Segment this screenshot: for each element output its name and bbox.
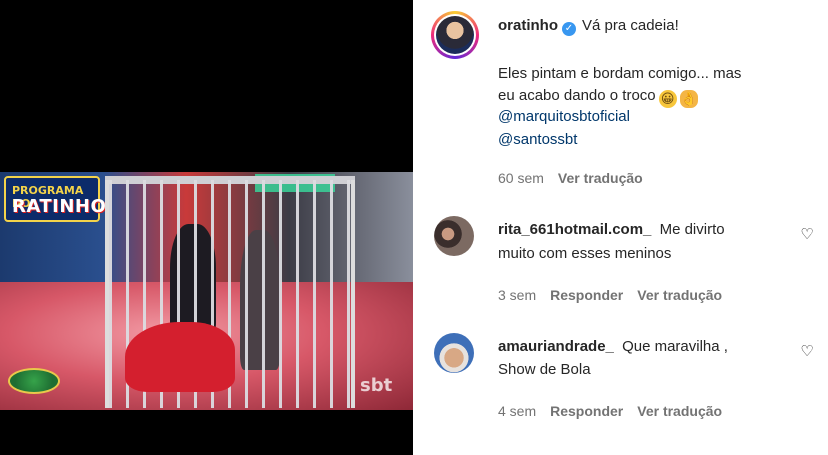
program-badge [8, 368, 60, 394]
heart-icon[interactable]: ♡ [799, 344, 815, 360]
caption-header: oratinho ✓ Vá pra cadeia! [498, 16, 679, 36]
comment-username[interactable]: amauriandrade_ [498, 338, 614, 355]
mention-link[interactable]: @marquitosbtoficial [498, 106, 630, 128]
comment-text-continued: Show de Bola [498, 361, 591, 378]
comment-avatar[interactable] [434, 333, 474, 373]
comments-panel: oratinho ✓ Vá pra cadeia! Eles pintam e bo… [413, 0, 828, 455]
heart-icon[interactable]: ♡ [799, 227, 815, 243]
comment-avatar[interactable] [434, 216, 474, 256]
mention-link[interactable]: @santossbt [498, 129, 577, 151]
comment-username[interactable]: rita_661hotmail.com_ [498, 221, 651, 238]
comment-body: Me divirto [659, 221, 725, 238]
author-avatar-image [436, 16, 474, 54]
video-player[interactable]: PROGRAMA DO RATINHO sbt [0, 172, 413, 410]
comment-text-continued: muito com esses meninos [498, 245, 672, 262]
caption-first-line: Vá pra cadeia! [582, 17, 679, 34]
caption-line: Eles pintam e bordam comigo... mas [498, 65, 742, 82]
comment-meta: 4 sem Responder Ver tradução [498, 403, 722, 419]
caption-meta: 60 sem Ver tradução [498, 170, 643, 186]
sbt-watermark: sbt [360, 375, 393, 396]
person-red-hoodie [125, 322, 235, 392]
see-translation-button[interactable]: Ver tradução [558, 170, 643, 186]
see-translation-button[interactable]: Ver tradução [637, 287, 722, 303]
reply-button[interactable]: Responder [550, 403, 623, 419]
author-avatar[interactable] [431, 11, 479, 59]
comment-meta: 3 sem Responder Ver tradução [498, 287, 722, 303]
post-media[interactable]: PROGRAMA DO RATINHO sbt [0, 0, 413, 455]
caption-line: eu acabo dando o troco 😀 👌 [498, 85, 698, 108]
reply-button[interactable]: Responder [550, 287, 623, 303]
caption-text: eu acabo dando o troco [498, 87, 656, 104]
comment-time: 3 sem [498, 287, 537, 303]
comment-text: rita_661hotmail.com_ Me divirto [498, 219, 725, 241]
comment-time: 4 sem [498, 403, 537, 419]
ok-hand-icon: 👌 [679, 90, 698, 108]
post-time: 60 sem [498, 170, 544, 186]
author-username[interactable]: oratinho [498, 17, 558, 34]
verified-badge-icon: ✓ [562, 22, 576, 36]
comment-body: Que maravilha , [622, 338, 728, 355]
grinning-face-icon: 😀 [658, 90, 677, 108]
show-logo: PROGRAMA DO RATINHO [4, 176, 106, 222]
show-logo-name: RATINHO [12, 196, 107, 217]
comment-text: amauriandrade_ Que maravilha , [498, 336, 728, 358]
see-translation-button[interactable]: Ver tradução [637, 403, 722, 419]
